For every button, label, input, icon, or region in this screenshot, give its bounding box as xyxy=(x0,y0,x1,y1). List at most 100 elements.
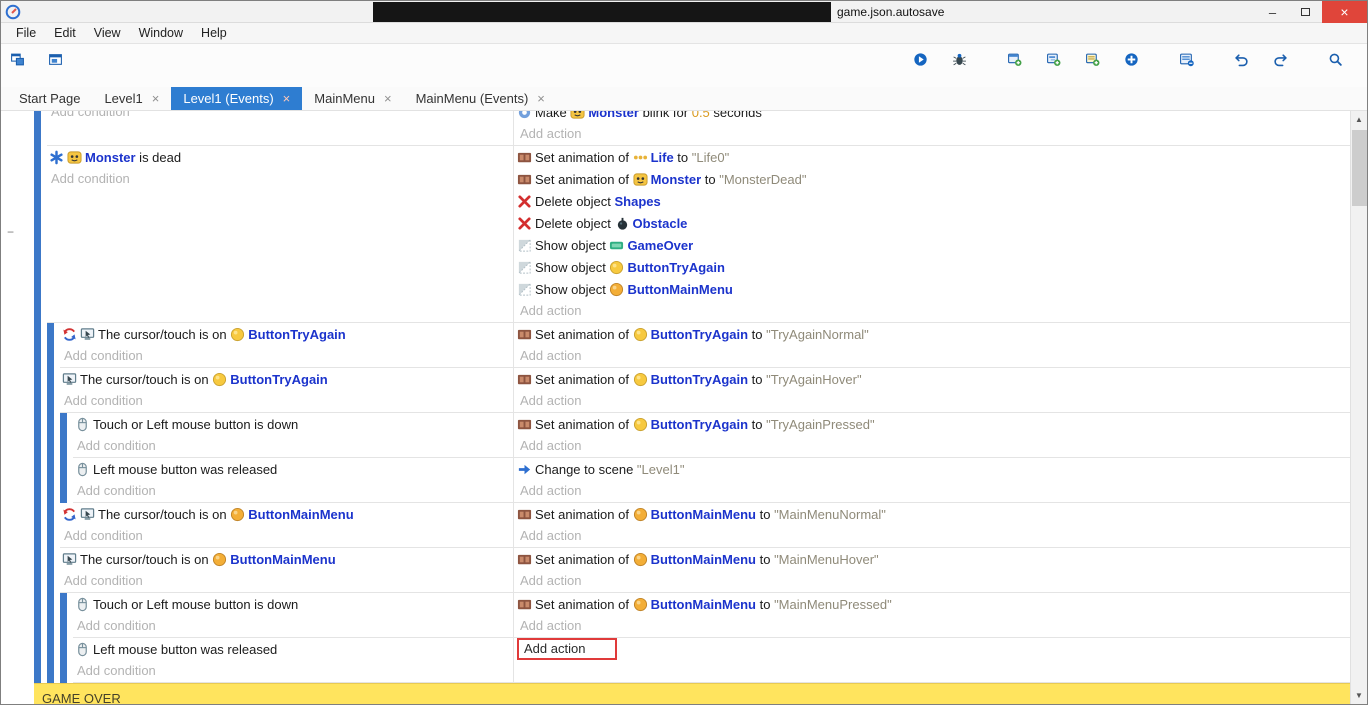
add-other-event-button[interactable] xyxy=(1123,50,1155,82)
tab-close-icon[interactable]: × xyxy=(152,91,160,106)
add-action-link[interactable]: Add action xyxy=(517,570,1350,592)
search-button[interactable] xyxy=(1327,50,1359,82)
add-action-link[interactable]: Add action xyxy=(517,300,1350,322)
add-subevent-button[interactable] xyxy=(1045,50,1077,82)
redo-button[interactable] xyxy=(1272,50,1304,82)
add-condition-link[interactable]: Add condition xyxy=(49,111,513,123)
tab-mainmenu[interactable]: MainMenu× xyxy=(302,87,403,110)
scene-editor-button[interactable] xyxy=(9,50,41,82)
monster-icon xyxy=(67,150,82,165)
close-button[interactable]: × xyxy=(1322,1,1367,23)
tab-close-icon[interactable]: × xyxy=(384,91,392,106)
menu-items: FileEditViewWindowHelp xyxy=(7,23,236,43)
menu-help[interactable]: Help xyxy=(192,23,236,43)
menu-view[interactable]: View xyxy=(85,23,130,43)
action-line[interactable]: Show object GameOver xyxy=(517,234,1350,256)
scroll-down-button[interactable]: ▼ xyxy=(1351,687,1367,704)
menu-edit[interactable]: Edit xyxy=(45,23,85,43)
scroll-up-button[interactable]: ▲ xyxy=(1351,111,1367,128)
action-line[interactable]: Set animation of ButtonTryAgain to "TryA… xyxy=(517,413,1350,435)
event-indent-rail xyxy=(60,458,67,503)
condition-line[interactable]: Left mouse button was released xyxy=(75,458,513,480)
event-gutter xyxy=(1,413,34,458)
object-name: Shapes xyxy=(615,194,661,209)
event-indent-rail xyxy=(47,413,54,458)
maximize-button[interactable] xyxy=(1289,1,1322,23)
condition-line[interactable]: The cursor/touch is on ButtonTryAgain xyxy=(62,323,513,345)
debugger-button[interactable] xyxy=(951,50,983,82)
action-line[interactable]: Set animation of ButtonMainMenu to "Main… xyxy=(517,593,1350,615)
action-line[interactable]: Delete object Obstacle xyxy=(517,212,1350,234)
add-condition-link[interactable]: Add condition xyxy=(75,660,513,682)
button-yellow-icon xyxy=(230,327,245,342)
action-line[interactable]: Set animation of Life to "Life0" xyxy=(517,146,1350,168)
condition-line[interactable]: The cursor/touch is on ButtonTryAgain xyxy=(62,368,513,390)
add-condition-link[interactable]: Add condition xyxy=(62,345,513,367)
action-line[interactable]: Make Monster blink for 0.5 seconds xyxy=(517,111,1350,123)
undo-button[interactable] xyxy=(1233,50,1265,82)
add-action-link[interactable]: Add action xyxy=(517,435,1350,457)
string-value: "MainMenuNormal" xyxy=(774,507,886,522)
tab-label: MainMenu (Events) xyxy=(416,91,529,106)
add-condition-link[interactable]: Add condition xyxy=(49,168,513,190)
anim-icon xyxy=(517,327,532,342)
preview-button[interactable] xyxy=(912,50,944,82)
add-condition-link[interactable]: Add condition xyxy=(62,390,513,412)
tab-level1-events[interactable]: Level1 (Events)× xyxy=(171,87,302,110)
add-condition-link[interactable]: Add condition xyxy=(62,525,513,547)
add-condition-link[interactable]: Add condition xyxy=(62,570,513,592)
add-action-link[interactable]: Add action xyxy=(517,390,1350,412)
scrollbar-thumb[interactable] xyxy=(1352,130,1367,206)
add-action-link[interactable]: Add action xyxy=(517,638,617,660)
button-orange-icon xyxy=(212,552,227,567)
add-comment-button[interactable] xyxy=(1084,50,1116,82)
add-condition-link[interactable]: Add condition xyxy=(75,615,513,637)
tab-start-page[interactable]: Start Page xyxy=(7,87,92,110)
add-condition-link[interactable]: Add condition xyxy=(75,435,513,457)
tab-close-icon[interactable]: × xyxy=(537,91,545,106)
add-event-button[interactable] xyxy=(1006,50,1038,82)
action-line[interactable]: Delete object Shapes xyxy=(517,190,1350,212)
object-name: ButtonMainMenu xyxy=(248,507,353,522)
menu-window[interactable]: Window xyxy=(130,23,192,43)
collapse-event-marker[interactable]: − xyxy=(7,226,14,238)
event-gutter xyxy=(1,683,34,704)
event-body: The cursor/touch is on ButtonMainMenuAdd… xyxy=(60,548,1350,593)
action-line[interactable]: Set animation of ButtonTryAgain to "TryA… xyxy=(517,368,1350,390)
event-indent-rail xyxy=(60,638,67,683)
condition-line[interactable]: The cursor/touch is on ButtonMainMenu xyxy=(62,548,513,570)
minimize-button[interactable]: – xyxy=(1256,1,1289,23)
add-action-link[interactable]: Add action xyxy=(517,480,1350,502)
tab-mainmenu-events[interactable]: MainMenu (Events) × xyxy=(404,87,557,110)
condition-line[interactable]: The cursor/touch is on ButtonMainMenu xyxy=(62,503,513,525)
object-name: Monster xyxy=(85,150,136,165)
action-line[interactable]: Set animation of Monster to "MonsterDead… xyxy=(517,168,1350,190)
event-indent-rail xyxy=(34,368,41,413)
action-line[interactable]: Set animation of ButtonTryAgain to "TryA… xyxy=(517,323,1350,345)
collapse-events-button[interactable] xyxy=(1178,50,1210,82)
action-line[interactable]: Show object ButtonTryAgain xyxy=(517,256,1350,278)
add-action-link[interactable]: Add action xyxy=(517,345,1350,367)
object-name: ButtonMainMenu xyxy=(651,552,756,567)
comment-row[interactable]: GAME OVER xyxy=(34,683,1350,704)
add-action-link[interactable]: Add action xyxy=(517,123,1350,145)
action-line[interactable]: Show object ButtonMainMenu xyxy=(517,278,1350,300)
action-line[interactable]: Set animation of ButtonMainMenu to "Main… xyxy=(517,503,1350,525)
condition-line[interactable]: Left mouse button was released xyxy=(75,638,513,660)
tabbar: Start PageLevel1×Level1 (Events)×MainMen… xyxy=(1,87,1367,111)
event-body: Touch or Left mouse button is downAdd co… xyxy=(73,593,1350,638)
condition-line[interactable]: Monster is dead xyxy=(49,146,513,168)
tab-level1[interactable]: Level1× xyxy=(92,87,171,110)
text-segment: Set animation of xyxy=(535,552,633,567)
add-action-link[interactable]: Add action xyxy=(517,525,1350,547)
vertical-scrollbar[interactable]: ▲ ▼ xyxy=(1350,111,1367,704)
condition-line[interactable]: Touch or Left mouse button is down xyxy=(75,413,513,435)
condition-line[interactable]: Touch or Left mouse button is down xyxy=(75,593,513,615)
action-line[interactable]: Set animation of ButtonMainMenu to "Main… xyxy=(517,548,1350,570)
action-line[interactable]: Change to scene "Level1" xyxy=(517,458,1350,480)
add-action-link[interactable]: Add action xyxy=(517,615,1350,637)
external-events-button[interactable] xyxy=(47,50,79,82)
tab-close-icon[interactable]: × xyxy=(283,91,291,106)
add-condition-link[interactable]: Add condition xyxy=(75,480,513,502)
menu-file[interactable]: File xyxy=(7,23,45,43)
